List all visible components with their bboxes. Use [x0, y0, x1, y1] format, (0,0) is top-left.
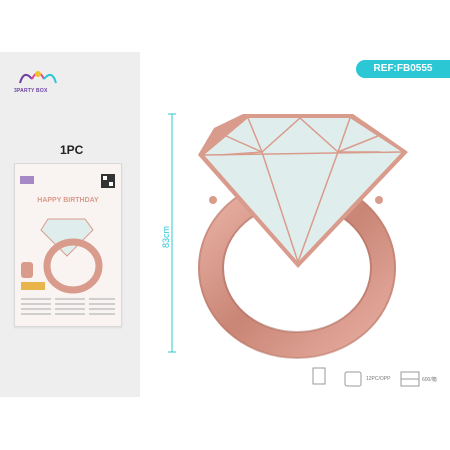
- carton-label: 600/箱: [422, 377, 437, 383]
- packing-info: [312, 367, 420, 387]
- bag-icon: [344, 371, 362, 387]
- pack-label: 12PC/OPP: [366, 376, 391, 382]
- size-icon: [312, 367, 326, 385]
